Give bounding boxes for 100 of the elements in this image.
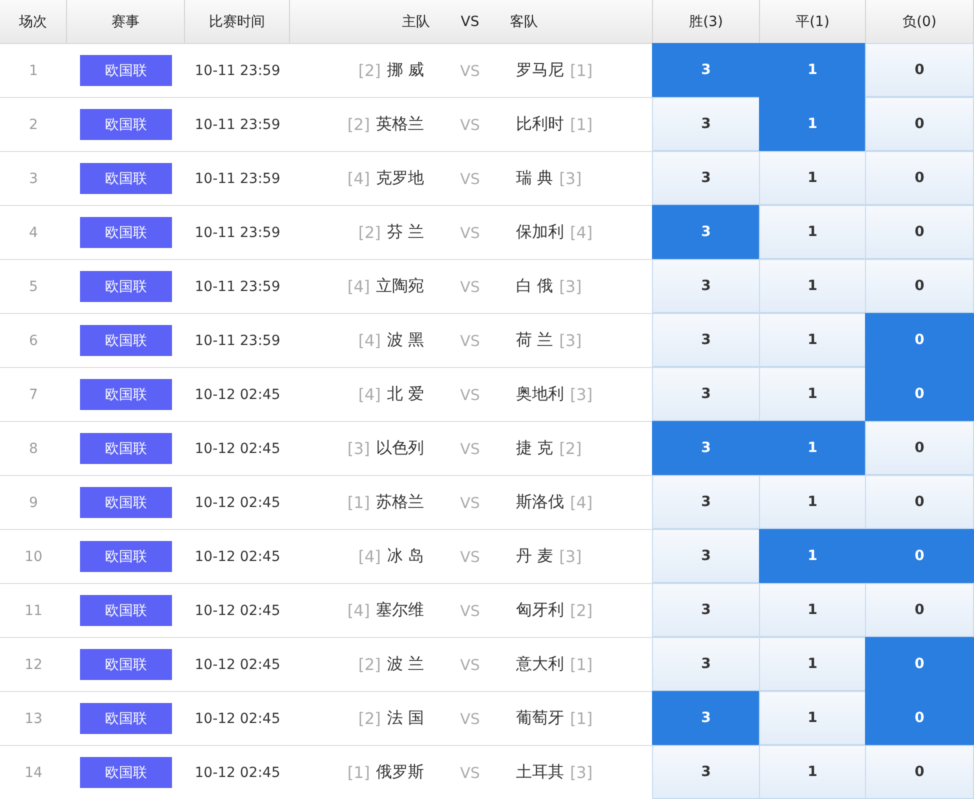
versus-label: VS (460, 170, 480, 188)
result-option[interactable]: 0 (865, 691, 974, 745)
column-header: 负(0) (902, 12, 936, 30)
result-option[interactable]: 1 (759, 583, 866, 637)
result-option[interactable]: 0 (865, 259, 974, 313)
league-tag: 欧国联 (80, 541, 172, 572)
result-option[interactable]: 3 (652, 583, 760, 637)
result-option[interactable]: 0 (865, 367, 974, 421)
versus-label: VS (460, 386, 480, 404)
result-option[interactable]: 3 (652, 745, 760, 799)
versus-label: VS (460, 494, 480, 512)
result-option[interactable]: 1 (759, 421, 866, 475)
away-rank: [1] (570, 655, 593, 674)
home-team: 以色列 (376, 438, 424, 459)
home-team: 波 兰 (386, 654, 424, 675)
match-number: 1 (29, 62, 38, 78)
result-option[interactable]: 0 (865, 529, 974, 583)
home-team: 俄罗斯 (376, 762, 424, 783)
result-option[interactable]: 0 (865, 205, 974, 259)
result-option[interactable]: 1 (759, 637, 866, 691)
column-header: 客队 (510, 12, 538, 30)
result-option[interactable]: 0 (865, 583, 974, 637)
result-option[interactable]: 3 (652, 529, 760, 583)
home-team: 塞尔维 (376, 600, 424, 621)
home-team: 英格兰 (376, 114, 424, 135)
home-rank: [2] (358, 655, 381, 674)
result-option[interactable]: 3 (652, 313, 760, 367)
result-option[interactable]: 1 (759, 313, 866, 367)
match-number: 11 (24, 602, 42, 618)
home-rank: [4] (347, 169, 370, 188)
result-option[interactable]: 0 (865, 151, 974, 205)
result-option[interactable]: 1 (759, 529, 866, 583)
league-tag: 欧国联 (80, 379, 172, 410)
result-option[interactable]: 1 (759, 151, 866, 205)
away-rank: [3] (559, 277, 582, 296)
league-tag: 欧国联 (80, 703, 172, 734)
result-option[interactable]: 0 (865, 475, 974, 529)
match-number: 7 (29, 386, 38, 402)
match-time: 10-11 23:59 (194, 224, 280, 240)
match-time: 10-11 23:59 (194, 62, 280, 78)
home-team: 法 国 (386, 708, 424, 729)
result-option[interactable]: 1 (759, 475, 866, 529)
result-option[interactable]: 0 (865, 745, 974, 799)
result-option[interactable]: 1 (759, 745, 866, 799)
versus-label: VS (460, 602, 480, 620)
away-rank: [3] (559, 331, 582, 350)
match-number: 3 (29, 170, 38, 186)
home-rank: [1] (347, 763, 370, 782)
match-number: 8 (29, 440, 38, 456)
league-tag: 欧国联 (80, 649, 172, 680)
home-rank: [4] (347, 277, 370, 296)
league-tag: 欧国联 (80, 163, 172, 194)
result-option[interactable]: 3 (652, 475, 760, 529)
result-option[interactable]: 0 (865, 43, 974, 97)
league-tag: 欧国联 (80, 757, 172, 788)
result-option[interactable]: 3 (652, 367, 760, 421)
result-option[interactable]: 3 (652, 97, 760, 151)
result-option[interactable]: 3 (652, 691, 760, 745)
away-team: 比利时 (516, 114, 564, 135)
result-option[interactable]: 0 (865, 637, 974, 691)
versus-label: VS (460, 278, 480, 296)
match-time: 10-12 02:45 (194, 656, 280, 672)
result-option[interactable]: 1 (759, 43, 866, 97)
result-option[interactable]: 1 (759, 691, 866, 745)
away-team: 荷 兰 (516, 330, 554, 351)
result-option[interactable]: 1 (759, 367, 866, 421)
result-option[interactable]: 3 (652, 151, 760, 205)
result-option[interactable]: 1 (759, 259, 866, 313)
home-rank: [2] (347, 115, 370, 134)
result-option[interactable]: 3 (652, 259, 760, 313)
away-team: 瑞 典 (516, 168, 554, 189)
result-option[interactable]: 1 (759, 97, 866, 151)
league-tag: 欧国联 (80, 487, 172, 518)
column-header: 比赛时间 (209, 12, 265, 30)
home-rank: [2] (358, 61, 381, 80)
home-team: 冰 岛 (386, 546, 424, 567)
result-option[interactable]: 3 (652, 637, 760, 691)
match-time: 10-12 02:45 (194, 548, 280, 564)
result-option[interactable]: 0 (865, 313, 974, 367)
away-team: 匈牙利 (516, 600, 564, 621)
away-rank: [3] (570, 385, 593, 404)
home-rank: [4] (358, 385, 381, 404)
away-rank: [3] (559, 547, 582, 566)
home-team: 北 爱 (386, 384, 424, 405)
result-option[interactable]: 3 (652, 205, 760, 259)
versus-label: VS (460, 62, 480, 80)
match-number: 10 (24, 548, 42, 564)
match-time: 10-11 23:59 (194, 278, 280, 294)
result-option[interactable]: 3 (652, 43, 760, 97)
result-option[interactable]: 1 (759, 205, 866, 259)
versus-label: VS (460, 116, 480, 134)
match-number: 14 (24, 764, 42, 780)
match-time: 10-12 02:45 (194, 386, 280, 402)
versus-label: VS (460, 440, 480, 458)
result-option[interactable]: 3 (652, 421, 760, 475)
result-option[interactable]: 0 (865, 421, 974, 475)
match-number: 12 (24, 656, 42, 672)
column-header: 平(1) (796, 12, 830, 30)
result-option[interactable]: 0 (865, 97, 974, 151)
column-header: 主队 (402, 12, 430, 30)
